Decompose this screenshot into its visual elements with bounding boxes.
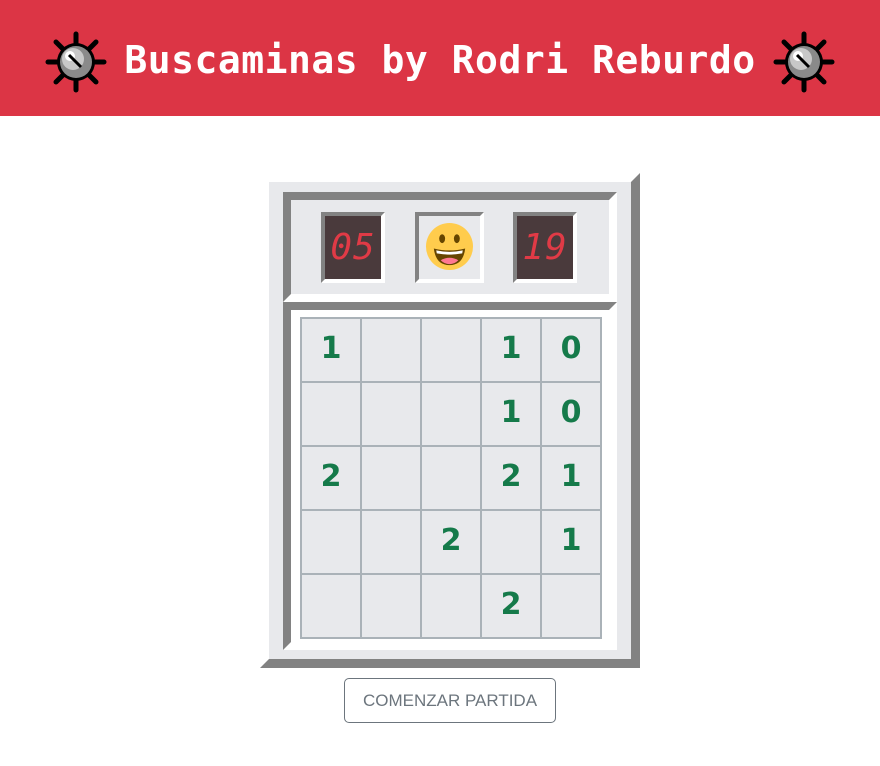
board-cell[interactable] bbox=[540, 573, 602, 639]
board-cell[interactable]: 2 bbox=[300, 445, 362, 511]
board-cell[interactable] bbox=[300, 573, 362, 639]
page-title: Buscaminas by Rodri Reburdo bbox=[124, 38, 756, 82]
board-cell[interactable] bbox=[420, 445, 482, 511]
timer-counter: 19 bbox=[513, 212, 577, 283]
board-cell[interactable]: 1 bbox=[540, 509, 602, 575]
game-frame: 05 19 11010221212 bbox=[260, 173, 640, 668]
start-game-button[interactable]: COMENZAR PARTIDA bbox=[344, 678, 556, 723]
smiley-face-icon bbox=[425, 222, 474, 271]
board-cell[interactable]: 2 bbox=[480, 573, 542, 639]
board-panel: 11010221212 bbox=[283, 302, 617, 650]
mine-icon bbox=[773, 31, 835, 93]
board-cell[interactable]: 0 bbox=[540, 381, 602, 447]
board-cell[interactable]: 1 bbox=[480, 381, 542, 447]
board-cell[interactable]: 2 bbox=[420, 509, 482, 575]
board-cell[interactable] bbox=[360, 317, 422, 383]
board-cell[interactable] bbox=[360, 381, 422, 447]
board-cell[interactable] bbox=[360, 509, 422, 575]
board-cell[interactable] bbox=[480, 509, 542, 575]
header-bar: Buscaminas by Rodri Reburdo bbox=[0, 0, 880, 116]
info-panel: 05 19 bbox=[283, 192, 617, 302]
mine-icon bbox=[45, 31, 107, 93]
reset-face-button[interactable] bbox=[415, 212, 484, 283]
board-cell[interactable]: 1 bbox=[300, 317, 362, 383]
board-cell[interactable]: 1 bbox=[540, 445, 602, 511]
board-cell[interactable]: 2 bbox=[480, 445, 542, 511]
board-cell[interactable] bbox=[300, 509, 362, 575]
board-cell[interactable] bbox=[420, 573, 482, 639]
board-cell[interactable] bbox=[420, 317, 482, 383]
board-cell[interactable]: 1 bbox=[480, 317, 542, 383]
mine-counter: 05 bbox=[321, 212, 385, 283]
board-cell[interactable] bbox=[420, 381, 482, 447]
minefield-grid: 11010221212 bbox=[300, 317, 602, 639]
board-cell[interactable]: 0 bbox=[540, 317, 602, 383]
board-cell[interactable] bbox=[360, 573, 422, 639]
board-cell[interactable] bbox=[300, 381, 362, 447]
board-cell[interactable] bbox=[360, 445, 422, 511]
